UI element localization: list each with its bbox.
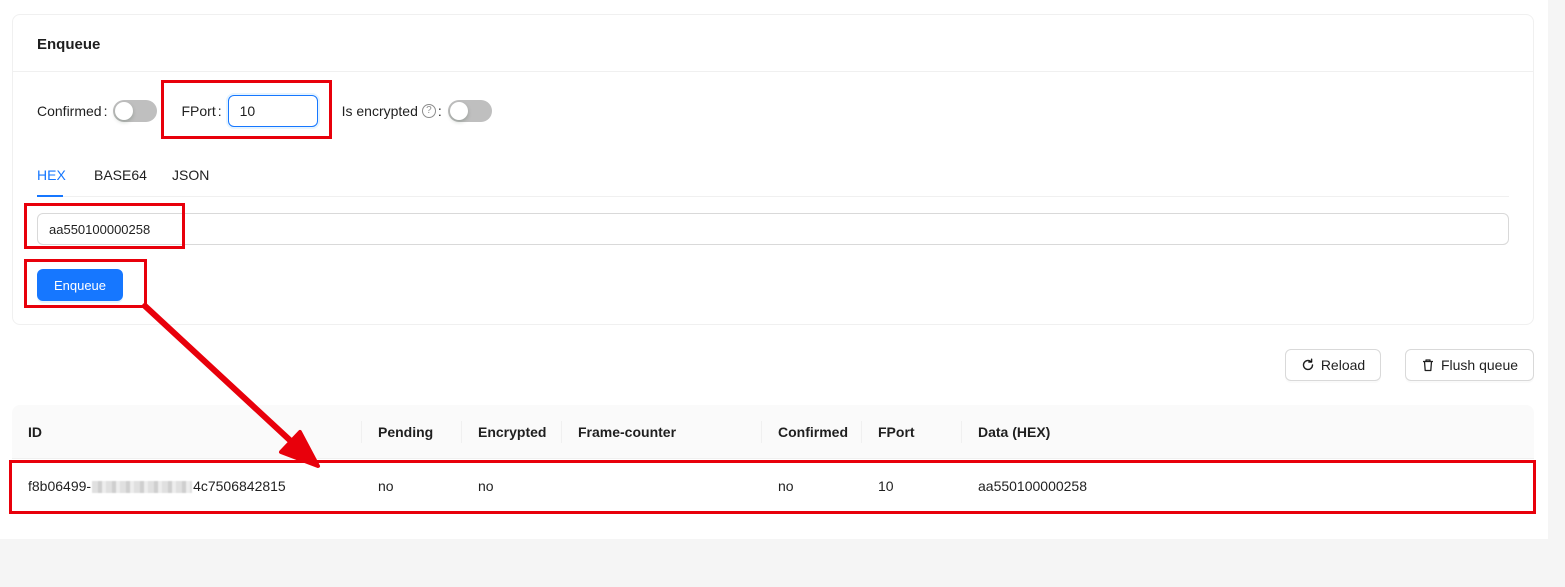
tab-hex[interactable]: HEX — [37, 167, 66, 183]
question-circle-icon[interactable]: ? — [421, 104, 436, 118]
payload-format-tabs: HEX BASE64 JSON — [37, 165, 1509, 197]
cell-id: f8b06499- 4c7506842815 — [28, 478, 286, 494]
flush-queue-label: Flush queue — [1440, 357, 1519, 373]
column-header-confirmed: Confirmed — [778, 424, 848, 440]
table-header: ID Pending Encrypted Frame-counter Confi… — [12, 405, 1534, 459]
cell-data-hex: aa550100000258 — [978, 478, 1088, 494]
reload-button[interactable]: Reload — [1285, 349, 1381, 381]
column-header-frame-counter: Frame-counter — [578, 424, 677, 440]
reload-icon — [1302, 358, 1314, 371]
enqueue-button[interactable]: Enqueue — [37, 269, 123, 301]
enqueue-form-row: Confirmed: FPort: Is encrypted ? : — [37, 95, 492, 127]
column-divider — [961, 421, 962, 443]
column-header-fport: FPort — [878, 424, 915, 440]
encrypted-label-colon: : — [437, 103, 442, 119]
encrypted-label: Is encrypted — [341, 103, 418, 119]
card-title: Enqueue — [13, 15, 1533, 72]
table-row: f8b06499- 4c7506842815 no no no 10 aa5501… — [12, 459, 1534, 514]
tab-json[interactable]: JSON — [172, 167, 209, 183]
column-divider — [461, 421, 462, 443]
column-divider — [761, 421, 762, 443]
column-header-id: ID — [28, 424, 42, 440]
reload-label: Reload — [1320, 357, 1366, 373]
cell-pending: no — [378, 478, 394, 494]
column-header-data-hex: Data (HEX) — [978, 424, 1051, 440]
fport-input[interactable] — [227, 95, 318, 127]
cell-fport: 10 — [878, 478, 894, 494]
active-tab-indicator — [37, 195, 63, 197]
delete-icon — [1422, 359, 1433, 372]
confirmed-label: Confirmed: — [37, 103, 108, 119]
payload-input[interactable] — [37, 213, 1509, 245]
enqueue-card: Enqueue Confirmed: FPort: Is encrypted ?… — [12, 14, 1534, 325]
cell-confirmed: no — [778, 478, 794, 494]
toggle-knob — [115, 102, 134, 120]
page: Enqueue Confirmed: FPort: Is encrypted ?… — [0, 0, 1548, 539]
column-divider — [561, 421, 562, 443]
flush-queue-button[interactable]: Flush queue — [1405, 349, 1534, 381]
redacted-segment — [92, 481, 193, 494]
column-divider — [861, 421, 862, 443]
toggle-knob — [449, 102, 468, 120]
cell-encrypted: no — [478, 478, 494, 494]
confirmed-toggle[interactable] — [113, 100, 158, 122]
tab-base64[interactable]: BASE64 — [94, 167, 147, 183]
column-header-encrypted: Encrypted — [478, 424, 547, 440]
fport-label: FPort: — [181, 103, 222, 119]
column-header-pending: Pending — [378, 424, 434, 440]
encrypted-toggle[interactable] — [447, 100, 492, 122]
queue-table: ID Pending Encrypted Frame-counter Confi… — [12, 405, 1534, 514]
column-divider — [361, 421, 362, 443]
